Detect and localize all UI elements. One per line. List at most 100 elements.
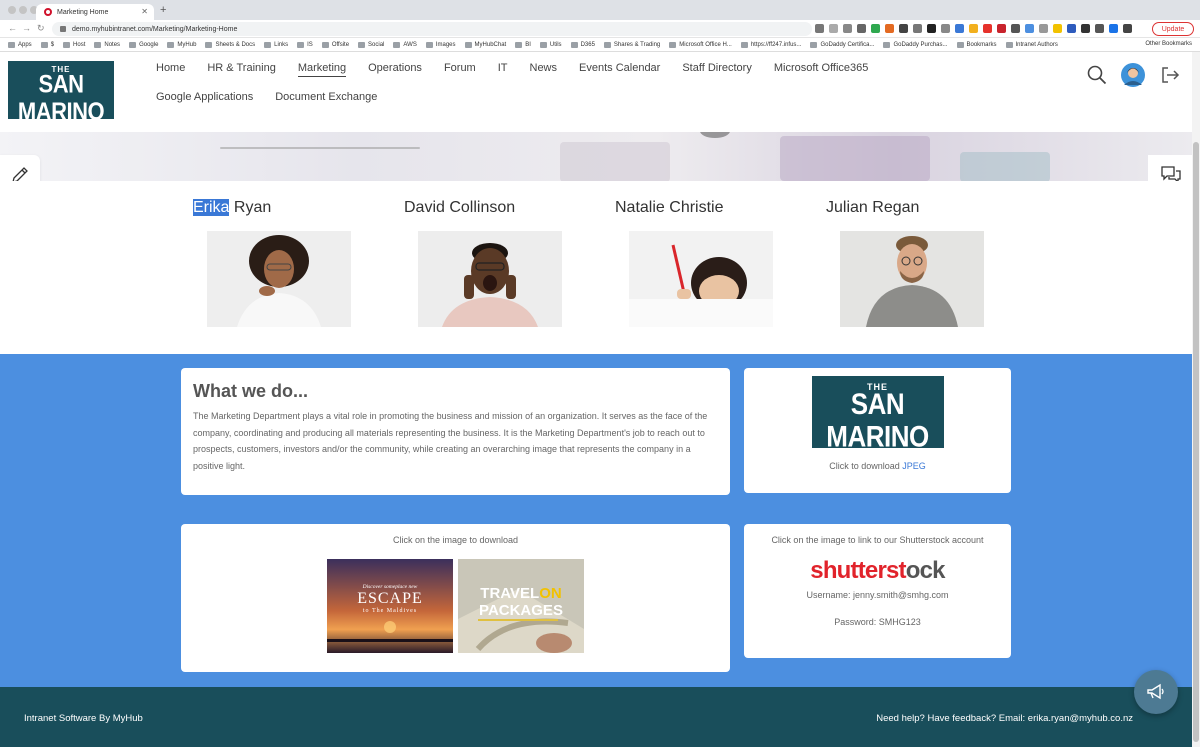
nav-item-hr-training[interactable]: HR & Training bbox=[207, 62, 275, 91]
extension-icon[interactable] bbox=[913, 24, 922, 33]
bookmark-item[interactable]: Bookmarks bbox=[956, 41, 997, 48]
star-icon[interactable] bbox=[829, 24, 838, 33]
minimize-window-icon[interactable] bbox=[19, 6, 27, 14]
extension-icon[interactable] bbox=[983, 24, 992, 33]
logout-icon[interactable] bbox=[1160, 65, 1180, 85]
nav-item-home[interactable]: Home bbox=[156, 62, 185, 91]
bookmark-item[interactable]: GoDaddy Purchas... bbox=[883, 41, 948, 48]
bookmark-item[interactable]: Images bbox=[425, 41, 456, 48]
bookmark-item[interactable]: Intranet Authors bbox=[1005, 41, 1058, 48]
nav-item-operations[interactable]: Operations bbox=[368, 62, 422, 91]
bookmark-item[interactable]: BI bbox=[515, 41, 531, 48]
extension-icon[interactable] bbox=[885, 24, 894, 33]
extension-icon[interactable] bbox=[1025, 24, 1034, 33]
bookmark-item[interactable]: Google bbox=[129, 41, 158, 48]
extension-icon[interactable] bbox=[857, 24, 866, 33]
browser-tab[interactable]: Marketing Home ✕ bbox=[36, 4, 154, 20]
team-member-photo[interactable] bbox=[207, 231, 351, 327]
company-logo[interactable]: THE SAN MARINO HOTEL GROUP bbox=[8, 61, 114, 134]
extension-icon[interactable] bbox=[941, 24, 950, 33]
reload-icon[interactable]: ↻ bbox=[37, 23, 45, 34]
bookmark-item[interactable]: Microsoft Office H... bbox=[669, 41, 732, 48]
nav-item-it[interactable]: IT bbox=[498, 62, 508, 91]
bookmark-item[interactable]: Host bbox=[63, 41, 85, 48]
other-bookmarks[interactable]: Other Bookmarks bbox=[1145, 41, 1192, 47]
extension-icon[interactable] bbox=[1123, 24, 1132, 33]
search-icon[interactable] bbox=[1087, 65, 1107, 85]
team-section: Erika Ryan David Collinson Natalie Chris… bbox=[0, 181, 1192, 354]
extension-icon[interactable] bbox=[955, 24, 964, 33]
nav-item-marketing[interactable]: Marketing bbox=[297, 62, 347, 91]
bookmark-item[interactable]: $ bbox=[40, 41, 54, 48]
team-member-card[interactable]: Natalie Christie bbox=[615, 199, 775, 327]
update-button[interactable]: Update bbox=[1152, 22, 1194, 36]
extension-icon[interactable] bbox=[1109, 24, 1118, 33]
team-member-name: Natalie Christie bbox=[615, 199, 775, 221]
jpeg-download-link[interactable]: JPEG bbox=[902, 461, 926, 471]
extension-icon[interactable] bbox=[843, 24, 852, 33]
close-tab-icon[interactable]: ✕ bbox=[141, 7, 148, 16]
team-member-first-name: Natalie bbox=[615, 199, 665, 216]
team-member-photo[interactable] bbox=[629, 231, 773, 327]
bookmark-item[interactable]: Shares & Trading bbox=[603, 41, 660, 48]
new-tab-icon[interactable]: + bbox=[160, 4, 166, 16]
logo-download-image[interactable]: THE SAN MARINO HOTEL GROUP bbox=[811, 376, 944, 461]
bookmark-item[interactable]: AWS bbox=[393, 41, 417, 48]
extension-icon[interactable] bbox=[1011, 24, 1020, 33]
puzzle-icon[interactable] bbox=[1081, 24, 1090, 33]
extension-icon[interactable] bbox=[927, 24, 936, 33]
bookmark-item[interactable]: D365 bbox=[570, 41, 595, 48]
bookmark-item[interactable]: Sheets & Docs bbox=[205, 41, 255, 48]
team-member-photo[interactable] bbox=[840, 231, 984, 327]
bookmark-item[interactable]: Offsite bbox=[321, 41, 349, 48]
bookmark-item[interactable]: MyHubChat bbox=[464, 41, 506, 48]
bookmark-item[interactable]: IS bbox=[297, 41, 313, 48]
extension-icon[interactable] bbox=[1095, 24, 1104, 33]
team-member-card[interactable]: David Collinson bbox=[404, 199, 564, 327]
bookmark-item[interactable]: Social bbox=[358, 41, 384, 48]
nav-item-news[interactable]: News bbox=[530, 62, 558, 91]
nav-item-events-calendar[interactable]: Events Calendar bbox=[579, 62, 660, 91]
extension-icon[interactable] bbox=[969, 24, 978, 33]
address-bar[interactable]: demo.myhubintranet.com/Marketing/Marketi… bbox=[52, 22, 812, 36]
bookmark-item[interactable]: Notes bbox=[94, 41, 120, 48]
bookmark-item[interactable]: GoDaddy Certifica... bbox=[810, 41, 874, 48]
team-member-last-name: Collinson bbox=[444, 199, 516, 216]
nav-item-google-applications[interactable]: Google Applications bbox=[156, 91, 253, 120]
avatar[interactable] bbox=[1121, 63, 1145, 87]
extension-icon[interactable] bbox=[871, 24, 880, 33]
folder-icon bbox=[393, 41, 401, 48]
bookmark-item[interactable]: Utils bbox=[539, 41, 562, 48]
feedback-button[interactable] bbox=[1134, 670, 1178, 714]
bookmark-item[interactable]: Apps bbox=[8, 41, 32, 48]
bookmark-item[interactable]: Links bbox=[264, 41, 288, 48]
extension-icon[interactable] bbox=[1053, 24, 1062, 33]
forward-icon[interactable]: → bbox=[22, 23, 31, 33]
bookmark-item[interactable]: MyHub bbox=[167, 41, 196, 48]
bookmark-item[interactable]: https://ff247.infus... bbox=[740, 41, 801, 48]
nav-item-forum[interactable]: Forum bbox=[444, 62, 476, 91]
team-member-card[interactable]: Julian Regan bbox=[826, 199, 986, 327]
shutterstock-password: Password: SMHG123 bbox=[834, 617, 921, 627]
team-member-photo[interactable] bbox=[418, 231, 562, 327]
nav-item-document-exchange[interactable]: Document Exchange bbox=[275, 91, 377, 120]
scrollbar-thumb[interactable] bbox=[1193, 142, 1199, 742]
shutterstock-caption: Click on the image to link to our Shutte… bbox=[771, 535, 984, 545]
folder-icon bbox=[669, 41, 677, 48]
team-member-card[interactable]: Erika Ryan bbox=[193, 199, 353, 327]
nav-item-staff-directory[interactable]: Staff Directory bbox=[682, 62, 752, 91]
shutterstock-logo[interactable]: shutterstock bbox=[744, 557, 1011, 587]
extension-icon[interactable] bbox=[899, 24, 908, 33]
extension-icon[interactable] bbox=[1039, 24, 1048, 33]
search-icon[interactable] bbox=[815, 24, 824, 33]
extension-icon[interactable] bbox=[997, 24, 1006, 33]
folder-icon bbox=[167, 41, 175, 48]
folder-icon bbox=[321, 41, 329, 48]
nav-item-microsoft-office365[interactable]: Microsoft Office365 bbox=[774, 62, 869, 91]
travel-packages-image[interactable]: TRAVELON PACKAGES bbox=[458, 559, 584, 653]
close-window-icon[interactable] bbox=[8, 6, 16, 14]
back-icon[interactable]: ← bbox=[8, 23, 17, 33]
extension-icon[interactable] bbox=[1067, 24, 1076, 33]
escape-maldives-image[interactable]: Discover someplace new ESCAPE to The Mal… bbox=[327, 559, 453, 653]
page-scrollbar[interactable] bbox=[1192, 52, 1200, 747]
